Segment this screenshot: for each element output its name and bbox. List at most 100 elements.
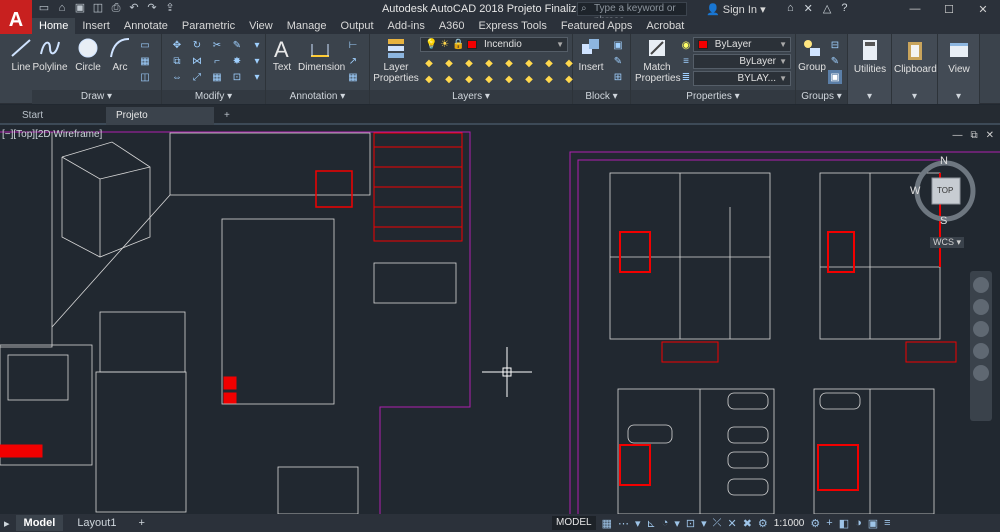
more-modify-icon[interactable]: ▾ (250, 38, 264, 52)
match-properties-button[interactable]: Match Properties (635, 36, 681, 84)
tab-annotate[interactable]: Annotate (117, 18, 175, 34)
erase-icon[interactable]: ✎ (230, 38, 244, 52)
annotation-scale[interactable]: 1:1000 (774, 518, 805, 529)
tab-parametric[interactable]: Parametric (175, 18, 242, 34)
fillet-icon[interactable]: ⌐ (210, 54, 224, 68)
showmotion-icon[interactable] (973, 365, 989, 381)
modify-panel-title[interactable]: Modify ▾ (162, 90, 265, 104)
more3-icon[interactable]: ▾ (250, 70, 264, 84)
start-tab[interactable]: Start (12, 107, 104, 125)
layer-match-icon[interactable]: ◆ (522, 56, 536, 70)
arc-button[interactable]: Arc (106, 36, 134, 73)
close-icon[interactable]: ✕ (966, 0, 1000, 18)
text-button[interactable]: A Text (270, 36, 294, 73)
steering-wheel-icon[interactable] (973, 277, 989, 293)
file-tab[interactable]: Projeto Finalizado*✕ (106, 107, 214, 139)
region-icon[interactable]: ◫ (138, 70, 152, 84)
minimize-icon[interactable]: — (898, 0, 932, 18)
pan-icon[interactable] (973, 299, 989, 315)
layer-lock-icon[interactable]: ◆ (502, 56, 516, 70)
mirror-icon[interactable]: ⋈ (190, 54, 204, 68)
layer-state-icon[interactable]: ◆ (422, 56, 436, 70)
layer-properties-button[interactable]: Layer Properties (372, 36, 420, 84)
tab-scroll-icon[interactable]: ▸ (4, 517, 10, 530)
save-icon[interactable]: ▣ (74, 2, 86, 14)
layout1-tab[interactable]: Layout1 (69, 515, 124, 531)
customize-icon[interactable]: ≡ (884, 517, 890, 529)
help-icon[interactable]: ? (841, 2, 847, 15)
scale-icon[interactable]: ⤢ (190, 70, 204, 84)
layer-merge-icon[interactable]: ◆ (422, 72, 436, 86)
tab-view[interactable]: View (242, 18, 280, 34)
new-tab-button[interactable]: + (214, 107, 240, 125)
new-icon[interactable]: ▭ (38, 2, 50, 14)
layers-panel-title[interactable]: Layers ▾ (370, 90, 572, 104)
tab-featured-apps[interactable]: Featured Apps (554, 18, 640, 34)
orbit-icon[interactable] (973, 343, 989, 359)
layer-current-icon[interactable]: ◆ (522, 72, 536, 86)
grid-icon[interactable]: ▦ (602, 517, 612, 530)
group-button[interactable]: Group (798, 36, 826, 73)
create-block-icon[interactable]: ▣ (611, 38, 625, 52)
vp-restore-icon[interactable]: ⧉ (970, 130, 977, 141)
polyline-button[interactable]: Polyline (32, 36, 68, 73)
layer-dropdown[interactable]: 💡 ☀ 🔒 Incendio ▼ (420, 37, 568, 52)
stretch-icon[interactable]: ⇔ (170, 70, 184, 84)
ortho-icon[interactable]: ⊾ (647, 517, 656, 530)
table-icon[interactable]: ▦ (346, 70, 360, 84)
attribute-icon[interactable]: ⊞ (611, 70, 625, 84)
layer-delete-icon[interactable]: ◆ (442, 72, 456, 86)
viewcube[interactable]: N S W TOP (906, 153, 984, 247)
trim-icon[interactable]: ✂ (210, 38, 224, 52)
redo-icon[interactable]: ↷ (146, 2, 158, 14)
annotation-scale-icon[interactable]: ✕ (727, 517, 736, 530)
tab-express-tools[interactable]: Express Tools (472, 18, 554, 34)
drawing-canvas[interactable]: [−][Top][2D Wireframe] — ⧉ ✕ N S W TOP W… (0, 127, 1000, 514)
linetype-icon[interactable]: ≡ (679, 54, 693, 68)
lineweight-dropdown[interactable]: BYLAY... ▼ (693, 71, 791, 86)
layer-iso-icon[interactable]: ◆ (442, 56, 456, 70)
annotate-auto-icon[interactable]: ✖ (743, 517, 752, 530)
zoom-icon[interactable] (973, 321, 989, 337)
insert-button[interactable]: Insert (575, 36, 607, 73)
undo-icon[interactable]: ↶ (128, 2, 140, 14)
layer-unlock-icon[interactable]: ◆ (502, 72, 516, 86)
saveas-icon[interactable]: ◫ (92, 2, 104, 14)
polar-icon[interactable]: ◔ (662, 517, 669, 529)
group-select-icon[interactable]: ▣ (828, 70, 842, 84)
view-expand[interactable]: ▾ (938, 90, 979, 104)
group-edit-icon[interactable]: ✎ (828, 54, 842, 68)
layer-freeze-icon[interactable]: ◆ (482, 56, 496, 70)
connect-icon[interactable]: △ (823, 2, 831, 15)
hatch-icon[interactable]: ▦ (138, 54, 152, 68)
more2-icon[interactable]: ▾ (250, 54, 264, 68)
annotation-panel-title[interactable]: Annotation ▾ (266, 90, 369, 104)
exchange-icon[interactable]: ✕ (804, 2, 813, 15)
utilities-button[interactable]: Utilities (852, 38, 888, 75)
tab-acrobat[interactable]: Acrobat (639, 18, 691, 34)
isodraft-icon[interactable]: ▾ (674, 517, 680, 530)
tab-manage[interactable]: Manage (280, 18, 334, 34)
model-tab[interactable]: Model (15, 515, 64, 531)
rotate-icon[interactable]: ↻ (190, 38, 204, 52)
vp-close-icon[interactable]: ✕ (986, 130, 994, 141)
ungroup-icon[interactable]: ⊟ (828, 38, 842, 52)
layer-thaw-icon[interactable]: ◆ (482, 72, 496, 86)
tab-insert[interactable]: Insert (75, 18, 117, 34)
layer-on-icon[interactable]: ◆ (462, 72, 476, 86)
groups-panel-title[interactable]: Groups ▾ (796, 90, 847, 104)
snap-icon[interactable]: ⋯ (618, 517, 629, 530)
annotation-visibility-icon[interactable]: ⤫ (713, 517, 722, 530)
linetype-dropdown[interactable]: ByLayer ▼ (693, 54, 791, 69)
view-button[interactable]: View (942, 38, 976, 75)
tab-add-ins[interactable]: Add-ins (381, 18, 432, 34)
sign-in-link[interactable]: 👤 Sign In ▾ (706, 3, 766, 16)
viewport-controls-label[interactable]: [−][Top][2D Wireframe] (2, 129, 102, 140)
edit-block-icon[interactable]: ✎ (611, 54, 625, 68)
wcs-menu[interactable]: WCS ▾ (930, 237, 965, 248)
vp-minimize-icon[interactable]: — (952, 130, 962, 141)
clipboard-expand[interactable]: ▾ (892, 90, 937, 104)
clipboard-button[interactable]: Clipboard (894, 38, 937, 75)
tab-output[interactable]: Output (334, 18, 381, 34)
layer-off-icon[interactable]: ◆ (462, 56, 476, 70)
